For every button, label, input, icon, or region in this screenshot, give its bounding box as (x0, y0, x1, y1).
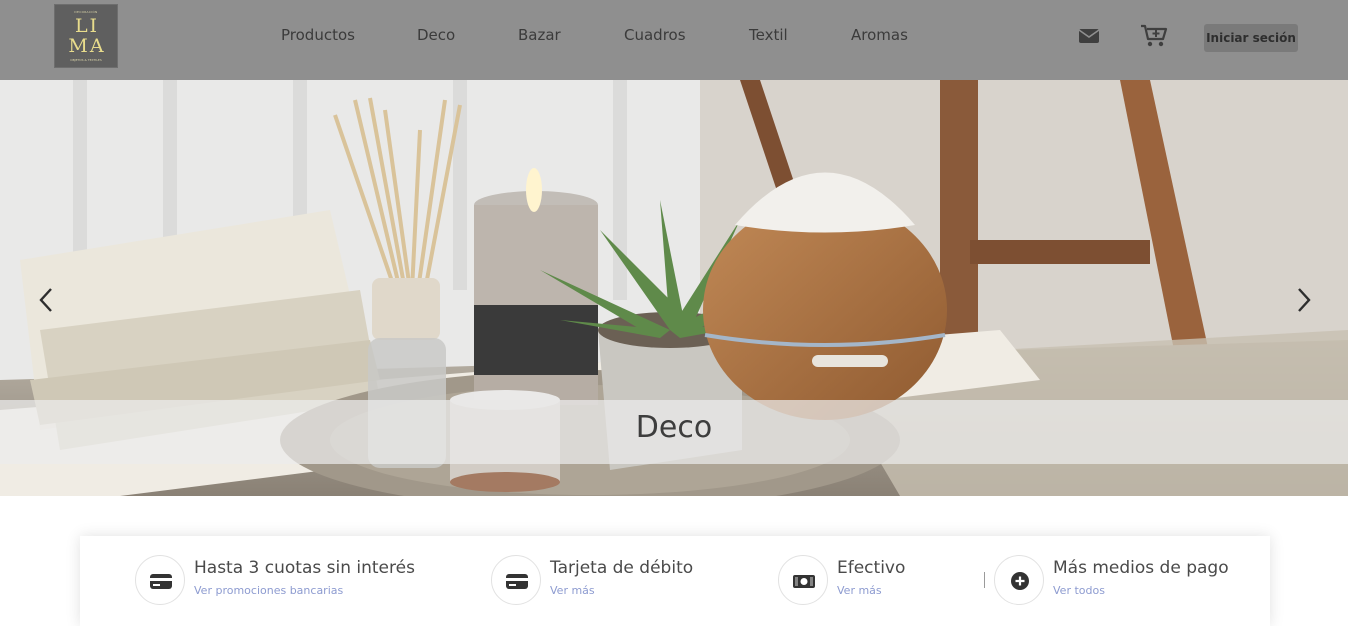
chevron-right-icon[interactable] (1292, 285, 1316, 315)
cart-plus-icon[interactable] (1140, 24, 1168, 48)
nav-item-aromas[interactable]: Aromas (851, 26, 908, 44)
payment-link[interactable]: Ver promociones bancarias (194, 584, 343, 597)
payment-divider (984, 572, 985, 588)
payment-title: Efectivo (837, 558, 906, 578)
nav-item-deco[interactable]: Deco (417, 26, 455, 44)
nav-item-textil[interactable]: Textil (749, 26, 788, 44)
plus-circle-icon (994, 555, 1044, 605)
payment-title: Tarjeta de débito (550, 558, 694, 578)
cash-icon (778, 555, 828, 605)
payment-title: Más medios de pago (1053, 558, 1229, 578)
payment-link[interactable]: Ver más (837, 584, 882, 597)
chevron-left-icon[interactable] (34, 285, 58, 315)
payment-link[interactable]: Ver todos (1053, 584, 1105, 597)
payment-link[interactable]: Ver más (550, 584, 595, 597)
nav-item-cuadros[interactable]: Cuadros (624, 26, 686, 44)
hero-caption: Deco (635, 410, 713, 445)
site-header: DECORACIÓN LI MA OBJETOS & TEXTILES Prod… (0, 0, 1348, 80)
credit-card-icon (135, 555, 185, 605)
nav-item-productos[interactable]: Productos (281, 26, 355, 44)
hero-carousel: Deco (0, 80, 1348, 496)
payment-title: Hasta 3 cuotas sin interés (194, 558, 415, 578)
nav-item-bazar[interactable]: Bazar (518, 26, 561, 44)
login-button[interactable]: Iniciar seción (1204, 24, 1298, 52)
payment-options: Hasta 3 cuotas sin interés Ver promocion… (80, 536, 1270, 626)
logo-tagline-top: DECORACIÓN (74, 10, 98, 14)
debit-card-icon (491, 555, 541, 605)
logo-tagline-bottom: OBJETOS & TEXTILES (70, 58, 102, 62)
envelope-icon[interactable] (1078, 27, 1100, 45)
